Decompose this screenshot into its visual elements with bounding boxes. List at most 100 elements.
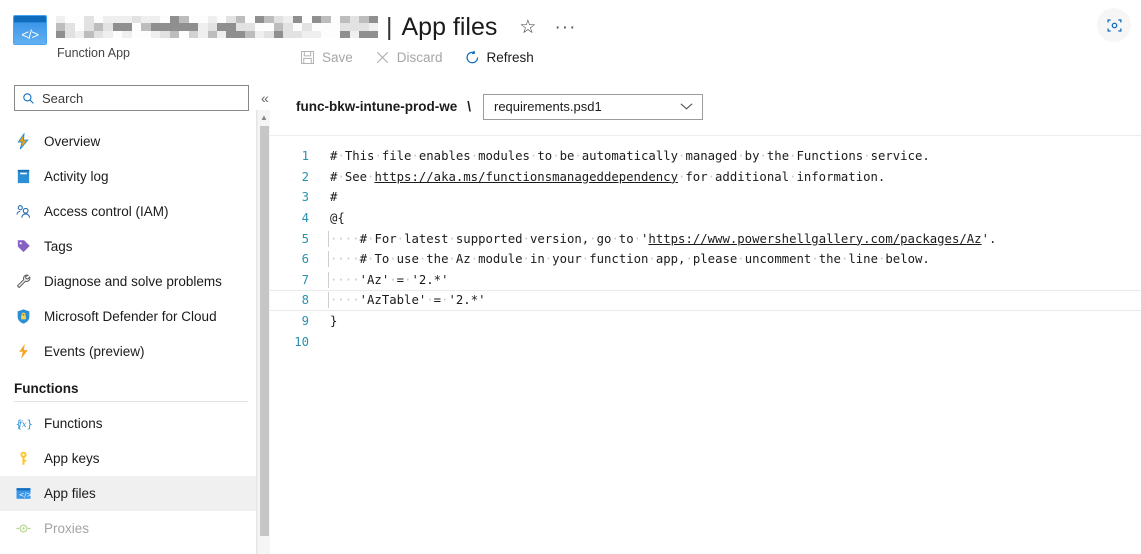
editor-line[interactable]: 6 ····#·To·use·the·Az·module·in·your·func… (270, 249, 1141, 270)
editor-line[interactable]: 8 ····'AzTable'·=·'2.*' (270, 290, 1141, 311)
sidebar-item-events-preview[interactable]: Events (preview) (0, 334, 270, 369)
sidebar-item-label: Overview (44, 134, 101, 149)
indent-whitespace: ···· (330, 231, 360, 246)
discard-label: Discard (396, 49, 443, 65)
page-body: Search « Overview Activity log Access cont… (0, 50, 1141, 554)
tag-icon (14, 238, 32, 256)
editor-line[interactable]: 7 ····'Az'·=·'2.*' (270, 270, 1141, 291)
sidebar-item-overview[interactable]: Overview (0, 124, 270, 159)
sidebar-item-proxies: Proxies (0, 511, 270, 546)
line-number: 6 (301, 252, 309, 267)
proxies-icon (14, 520, 32, 538)
sidebar-item-app-files[interactable]: </> App files (0, 476, 270, 511)
save-label: Save (322, 49, 353, 65)
line-content[interactable]: ····'AzTable'·=·'2.*' (318, 292, 1141, 309)
sidebar-scrollbar[interactable]: ▲ (257, 110, 270, 554)
activity-log-book-icon (14, 168, 32, 186)
sidebar-item-functions[interactable]: {}fx Functions (0, 406, 270, 441)
line-number: 1 (301, 149, 309, 164)
function-fx-icon: {}fx (14, 415, 32, 433)
refresh-button[interactable]: Refresh (465, 43, 534, 71)
page-header: </> | App files ☆ ··· Function App (0, 0, 1141, 78)
sidebar-collapse-button[interactable]: « (261, 91, 269, 105)
line-content[interactable]: # (318, 190, 1141, 204)
line-content[interactable]: ····#·For·latest·supported·version,·go·t… (318, 230, 1141, 247)
search-icon (23, 92, 34, 104)
sidebar-item-app-keys[interactable]: App keys (0, 441, 270, 476)
sidebar-item-tags[interactable]: Tags (0, 229, 270, 264)
indent-guide (328, 271, 329, 288)
sidebar-item-label: App files (44, 486, 96, 501)
editor-line[interactable]: 5 ····#·For·latest·supported·version,·go·… (270, 228, 1141, 249)
sidebar-item-microsoft-defender-for-cloud[interactable]: Microsoft Defender for Cloud (0, 299, 270, 334)
scroll-up-arrow-icon[interactable]: ▲ (258, 110, 270, 124)
breadcrumb: func-bkw-intune-prod-we \ requirements.p… (270, 78, 1141, 136)
sidebar-item-label: Functions (44, 416, 103, 431)
sidebar-item-label: Access control (IAM) (44, 204, 169, 219)
sidebar-group-title: Functions (14, 381, 79, 396)
events-lightning-icon (14, 343, 32, 361)
code-link[interactable]: https://www.powershellgallery.com/packag… (648, 232, 981, 246)
indent-guide (328, 292, 329, 309)
line-content[interactable]: @{ (318, 211, 1141, 225)
sidebar-item-label: Tags (44, 239, 73, 254)
wrench-icon (14, 273, 32, 291)
screenshot-capture-icon (1106, 18, 1122, 32)
more-options-icon[interactable]: ··· (554, 18, 576, 37)
line-content[interactable]: #·See·https://aka.ms/functionsmanageddep… (318, 170, 1141, 184)
chevron-down-icon (680, 103, 693, 110)
overview-lightning-icon (14, 133, 32, 151)
editor-line[interactable]: 10 (270, 331, 1141, 352)
title-separator: | (386, 12, 393, 41)
svg-text:</>: </> (18, 491, 31, 499)
sidebar-item-activity-log[interactable]: Activity log (0, 159, 270, 194)
line-number: 4 (301, 211, 309, 226)
refresh-circular-arrow-icon (465, 50, 480, 65)
sidebar-nav: Overview Activity log Access control (IAM)… (0, 118, 270, 546)
favorite-star-icon[interactable]: ☆ (519, 18, 536, 37)
key-icon (14, 450, 32, 468)
sidebar-search-row: Search « (0, 78, 270, 118)
breadcrumb-path: func-bkw-intune-prod-we (296, 99, 458, 114)
editor-line[interactable]: 1 #·This·file·enables·modules·to·be·autom… (270, 146, 1141, 167)
redacted-resource-name (56, 16, 378, 38)
code-glyph: </> (21, 27, 39, 42)
search-input[interactable]: Search (14, 85, 249, 111)
line-content[interactable]: } (318, 314, 1141, 328)
code-link[interactable]: https://aka.ms/functionsmanageddependenc… (374, 170, 678, 184)
indent-guide (328, 251, 329, 268)
editor-line[interactable]: 3 # (270, 187, 1141, 208)
line-number: 2 (301, 169, 309, 184)
code-editor[interactable]: 1 #·This·file·enables·modules·to·be·autom… (270, 136, 1141, 554)
line-content[interactable]: ····'Az'·=·'2.*' (318, 271, 1141, 288)
sidebar: Search « Overview Activity log Access cont… (0, 78, 270, 554)
search-placeholder: Search (42, 90, 84, 106)
page-title: App files (401, 12, 498, 41)
editor-line[interactable]: 4 @{ (270, 208, 1141, 229)
indent-whitespace: ···· (330, 293, 360, 308)
sidebar-item-access-control-iam[interactable]: Access control (IAM) (0, 194, 270, 229)
line-content[interactable]: #·This·file·enables·modules·to·be·automa… (318, 149, 1141, 163)
title-line: | App files ☆ ··· (56, 10, 576, 44)
line-number: 5 (301, 231, 309, 246)
file-select-value: requirements.psd1 (494, 99, 602, 114)
access-control-people-icon (14, 203, 32, 221)
line-content[interactable]: ····#·To·use·the·Az·module·in·your·funct… (318, 251, 1141, 268)
sidebar-group-divider (14, 401, 248, 402)
sidebar-item-label: Proxies (44, 521, 90, 536)
content-pane: Save Discard Refresh func-bkw-intune-prod-… (270, 50, 1141, 554)
screenshot-capture-button[interactable] (1097, 8, 1131, 42)
editor-line[interactable]: 9} (270, 311, 1141, 332)
title-actions: ☆ ··· (519, 18, 576, 37)
title-row: </> | App files ☆ ··· Function App (0, 10, 1141, 60)
file-select-dropdown[interactable]: requirements.psd1 (483, 93, 703, 120)
sidebar-item-label: Microsoft Defender for Cloud (44, 309, 217, 324)
sidebar-item-label: Events (preview) (44, 344, 145, 359)
function-app-icon: </> (14, 16, 46, 44)
line-number: 10 (294, 334, 309, 349)
editor-line[interactable]: 2 #·See·https://aka.ms/functionsmanagedde… (270, 167, 1141, 188)
sidebar-item-diagnose-and-solve-problems[interactable]: Diagnose and solve problems (0, 264, 270, 299)
sidebar-scrollbar-thumb[interactable] (260, 126, 269, 536)
indent-guide (328, 230, 329, 247)
line-number: 9 (301, 314, 309, 329)
